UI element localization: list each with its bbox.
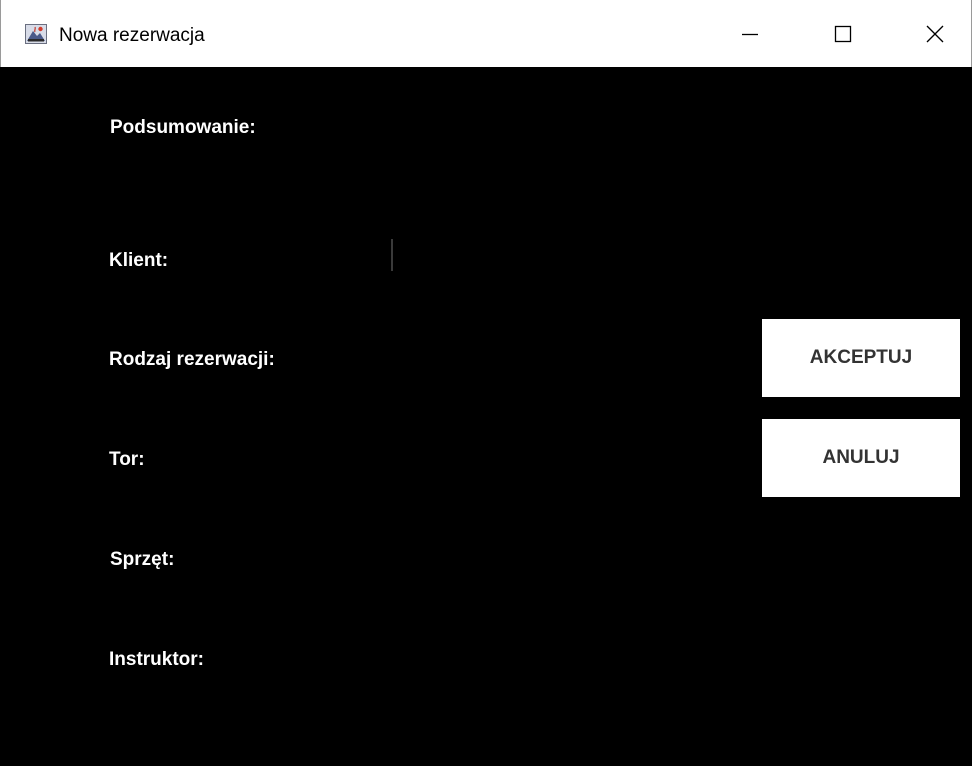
minimize-button[interactable] [727,14,773,54]
window-title: Nowa rezerwacja [59,25,205,46]
java-app-icon [25,24,47,44]
title-bar[interactable]: Nowa rezerwacja [0,0,972,67]
lane-label: Tor: [109,449,145,470]
summary-heading: Podsumowanie: [110,117,256,138]
close-button[interactable] [912,14,958,54]
maximize-button[interactable] [820,14,866,54]
client-label: Klient: [109,250,169,271]
minimize-icon [740,24,760,44]
reservation-window: Nowa rezerwacja Podsumowanie: Klient: Ro… [0,0,972,766]
client-value [391,239,393,271]
instructor-label: Instruktor: [109,649,204,670]
maximize-icon [833,24,853,44]
cancel-button[interactable]: ANULUJ [762,419,960,497]
reservation-type-label: Rodzaj rezerwacji: [109,349,275,370]
equipment-label: Sprzęt: [110,549,175,570]
close-icon [925,24,945,44]
summary-panel: Podsumowanie: Klient: Rodzaj rezerwacji:… [0,67,972,766]
accept-button[interactable]: AKCEPTUJ [762,319,960,397]
